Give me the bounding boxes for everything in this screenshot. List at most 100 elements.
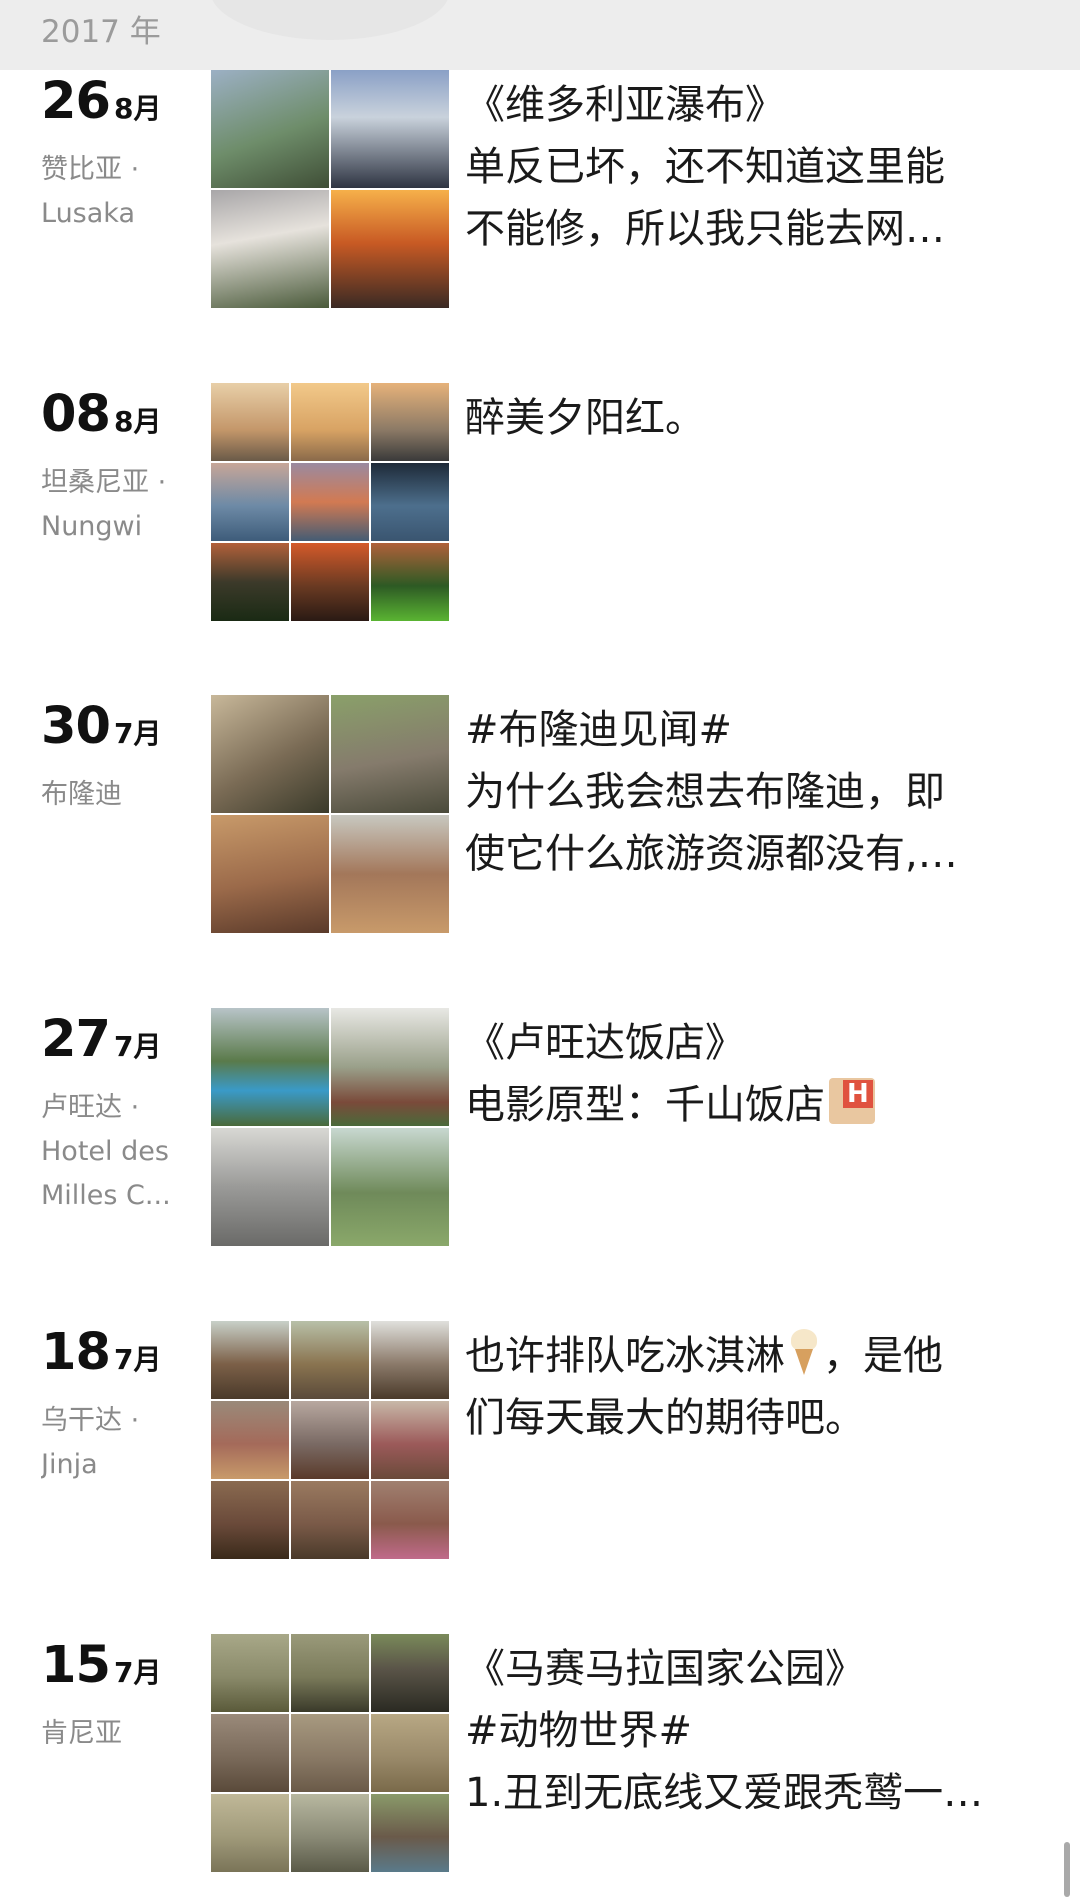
photo-thumbnail[interactable] (211, 1634, 289, 1712)
location-line: 肯尼亚 (41, 1718, 122, 1749)
post-text[interactable]: 也许排队吃冰淇淋 ，是他 们每天最大的期待吧。 (465, 1325, 1025, 1449)
post-location[interactable]: 坦桑尼亚 · Nungwi (41, 461, 191, 549)
photo-thumbnail[interactable] (291, 1714, 369, 1792)
photo-thumbnail[interactable] (211, 190, 329, 308)
post-text-line: 《维多利亚瀑布》 (465, 82, 785, 128)
post-item[interactable]: 15 7月 肯尼亚 《马赛马拉国家公园》 #动物世界# 1.丑到无底线又爱跟秃鹫一… (0, 1634, 1080, 1874)
post-day: 30 (41, 697, 111, 756)
photo-thumbnail[interactable] (291, 463, 369, 541)
photo-thumbnail[interactable] (371, 1714, 449, 1792)
post-text-segment: 也许排队吃冰淇淋 (465, 1333, 785, 1379)
post-location[interactable]: 乌干达 · Jinja (41, 1399, 191, 1487)
post-text-line: 为什么我会想去布隆迪，即 (465, 769, 945, 815)
post-month: 7月 (113, 1030, 162, 1063)
post-text-line: 1.丑到无底线又爱跟秃鹫一… (465, 1770, 984, 1816)
photo-grid[interactable] (211, 383, 449, 621)
post-text-segment: 电影原型：千山饭店 (465, 1082, 825, 1128)
photo-thumbnail[interactable] (371, 1634, 449, 1712)
photo-thumbnail[interactable] (211, 70, 329, 188)
post-text-line: #动物世界# (465, 1708, 693, 1754)
post-text[interactable]: 《马赛马拉国家公园》 #动物世界# 1.丑到无底线又爱跟秃鹫一… (465, 1638, 1025, 1824)
photo-thumbnail[interactable] (291, 1481, 369, 1559)
photo-thumbnail[interactable] (291, 543, 369, 621)
photo-thumbnail[interactable] (331, 815, 449, 933)
photo-thumbnail[interactable] (371, 543, 449, 621)
post-location[interactable]: 布隆迪 (41, 773, 191, 817)
photo-thumbnail[interactable] (211, 543, 289, 621)
photo-thumbnail[interactable] (331, 1128, 449, 1246)
post-day: 18 (41, 1323, 111, 1382)
post-item[interactable]: 08 8月 坦桑尼亚 · Nungwi 醉美夕阳红。 (0, 383, 1080, 623)
photo-thumbnail[interactable] (291, 1321, 369, 1399)
photo-thumbnail[interactable] (211, 1321, 289, 1399)
photo-grid[interactable] (211, 1008, 449, 1246)
album-feed: 26 8月 赞比亚 · Lusaka 《维多利亚瀑布》 单反已坏，还不知道这里能 … (0, 0, 1080, 1897)
post-date: 26 8月 (41, 72, 161, 131)
photo-thumbnail[interactable] (331, 1008, 449, 1126)
photo-thumbnail[interactable] (371, 1481, 449, 1559)
photo-thumbnail[interactable] (371, 1321, 449, 1399)
photo-thumbnail[interactable] (211, 1128, 329, 1246)
photo-thumbnail[interactable] (211, 383, 289, 461)
location-line: Jinja (41, 1449, 98, 1480)
post-text[interactable]: #布隆迪见闻# 为什么我会想去布隆迪，即 使它什么旅游资源都没有,… (465, 699, 1025, 885)
post-text[interactable]: 《维多利亚瀑布》 单反已坏，还不知道这里能 不能修，所以我只能去网… (465, 74, 1025, 260)
post-text-line: 不能修，所以我只能去网… (465, 206, 945, 252)
photo-grid[interactable] (211, 1321, 449, 1559)
post-day: 08 (41, 385, 111, 444)
post-text-line: 单反已坏，还不知道这里能 (465, 144, 945, 190)
photo-thumbnail[interactable] (291, 1401, 369, 1479)
post-item[interactable]: 26 8月 赞比亚 · Lusaka 《维多利亚瀑布》 单反已坏，还不知道这里能 … (0, 70, 1080, 310)
photo-thumbnail[interactable] (211, 1008, 329, 1126)
photo-thumbnail[interactable] (291, 383, 369, 461)
post-text-line: 也许排队吃冰淇淋 ，是他 (465, 1325, 1025, 1387)
hotel-emoji-icon (829, 1078, 875, 1124)
post-location[interactable]: 卢旺达 · Hotel des Milles C... (41, 1086, 191, 1218)
photo-thumbnail[interactable] (291, 1634, 369, 1712)
photo-thumbnail[interactable] (211, 1401, 289, 1479)
post-month: 8月 (113, 405, 162, 438)
post-text[interactable]: 醉美夕阳红。 (465, 387, 1025, 449)
photo-thumbnail[interactable] (211, 815, 329, 933)
post-day: 15 (41, 1636, 111, 1695)
post-item[interactable]: 27 7月 卢旺达 · Hotel des Milles C... 《卢旺达饭店》… (0, 1008, 1080, 1248)
post-text[interactable]: 《卢旺达饭店》 电影原型：千山饭店 (465, 1012, 1025, 1136)
photo-thumbnail[interactable] (211, 1481, 289, 1559)
photo-grid[interactable] (211, 695, 449, 933)
photo-thumbnail[interactable] (371, 463, 449, 541)
photo-thumbnail[interactable] (211, 695, 329, 813)
post-text-line: 醉美夕阳红。 (465, 395, 705, 441)
post-item[interactable]: 30 7月 布隆迪 #布隆迪见闻# 为什么我会想去布隆迪，即 使它什么旅游资源都没… (0, 695, 1080, 935)
ice-cream-emoji-icon (789, 1329, 819, 1377)
post-item[interactable]: 18 7月 乌干达 · Jinja 也许排队吃冰淇淋 ，是他 们每天最大的期待吧。 (0, 1321, 1080, 1561)
photo-thumbnail[interactable] (331, 695, 449, 813)
post-date: 15 7月 (41, 1636, 161, 1695)
location-line: 坦桑尼亚 · (41, 467, 167, 498)
post-text-line: 电影原型：千山饭店 (465, 1074, 1025, 1136)
photo-grid[interactable] (211, 70, 449, 308)
photo-thumbnail[interactable] (211, 463, 289, 541)
photo-thumbnail[interactable] (211, 1794, 289, 1872)
post-text-line: 们每天最大的期待吧。 (465, 1395, 865, 1441)
location-line: Nungwi (41, 511, 143, 542)
location-line: Hotel des (41, 1136, 169, 1167)
post-day: 27 (41, 1010, 111, 1069)
location-line: Milles C... (41, 1180, 171, 1211)
post-day: 26 (41, 72, 111, 131)
location-line: Lusaka (41, 198, 135, 229)
photo-grid[interactable] (211, 1634, 449, 1872)
location-line: 卢旺达 · (41, 1092, 140, 1123)
photo-thumbnail[interactable] (371, 383, 449, 461)
post-location[interactable]: 肯尼亚 (41, 1712, 191, 1756)
photo-thumbnail[interactable] (211, 1714, 289, 1792)
scrollbar-thumb[interactable] (1064, 1842, 1070, 1897)
post-location[interactable]: 赞比亚 · Lusaka (41, 148, 191, 236)
post-text-line: 《卢旺达饭店》 (465, 1020, 745, 1066)
photo-thumbnail[interactable] (331, 190, 449, 308)
photo-thumbnail[interactable] (371, 1401, 449, 1479)
post-month: 7月 (113, 1656, 162, 1689)
photo-thumbnail[interactable] (371, 1794, 449, 1872)
post-text-line: 《马赛马拉国家公园》 (465, 1646, 865, 1692)
photo-thumbnail[interactable] (291, 1794, 369, 1872)
photo-thumbnail[interactable] (331, 70, 449, 188)
